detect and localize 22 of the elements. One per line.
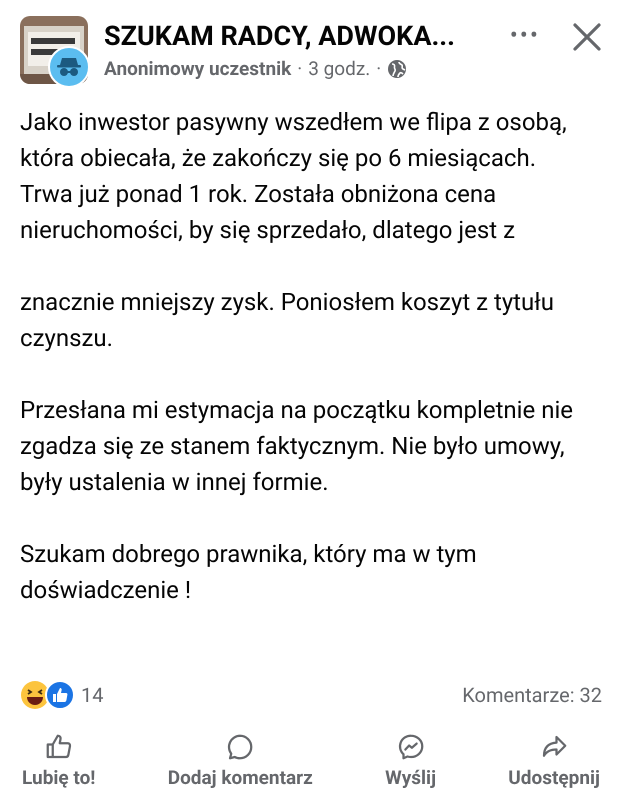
action-button[interactable]: Lubię to!	[22, 732, 96, 792]
action-button[interactable]: Udostępnij	[508, 732, 600, 792]
action-button[interactable]: Dodaj komentarz	[168, 732, 313, 792]
post-paragraph: znacznie mniejszy zysk. Poniosłem koszyt z tytułu czynszu.	[20, 287, 555, 354]
author-name[interactable]: Anonimowy uczestnik	[104, 54, 292, 84]
close-icon	[572, 22, 602, 52]
more-button[interactable]: •••	[510, 16, 540, 50]
comment-count[interactable]: Komentarze: 32	[462, 680, 602, 710]
post-paragraph: Jako inwestor pasywny wszedłem we flipa z osobą, która obiecała, że zakończy się po 6 miesiącach. Trwa już ponad 1 rok. Została obniżona cena nieruchomości, by się sprzedało, dlatego jest z	[20, 107, 568, 246]
separator: ·	[297, 56, 302, 82]
post-paragraph: Szukam dobrego prawnika, który ma w tym doświadczenie !	[20, 539, 478, 606]
post-time[interactable]: 3 godz.	[308, 54, 370, 84]
separator: ·	[376, 56, 382, 82]
action-button[interactable]: Wyślij	[385, 732, 436, 792]
post-paragraph: Przesłana mi estymacja na początku kompletnie nie zgadza się ze stanem faktycznym. Nie było umowy, były ustalenia w innej formie.	[20, 395, 574, 498]
group-name[interactable]: SZUKAM RADCY, ADWOKA...	[104, 18, 498, 54]
globe-icon	[387, 59, 408, 79]
reaction-count[interactable]: 14	[81, 680, 104, 710]
incognito-icon	[56, 56, 82, 78]
laughing-emoji-icon	[20, 680, 50, 710]
like-reaction-icon	[45, 680, 75, 710]
comment-icon	[225, 732, 256, 762]
